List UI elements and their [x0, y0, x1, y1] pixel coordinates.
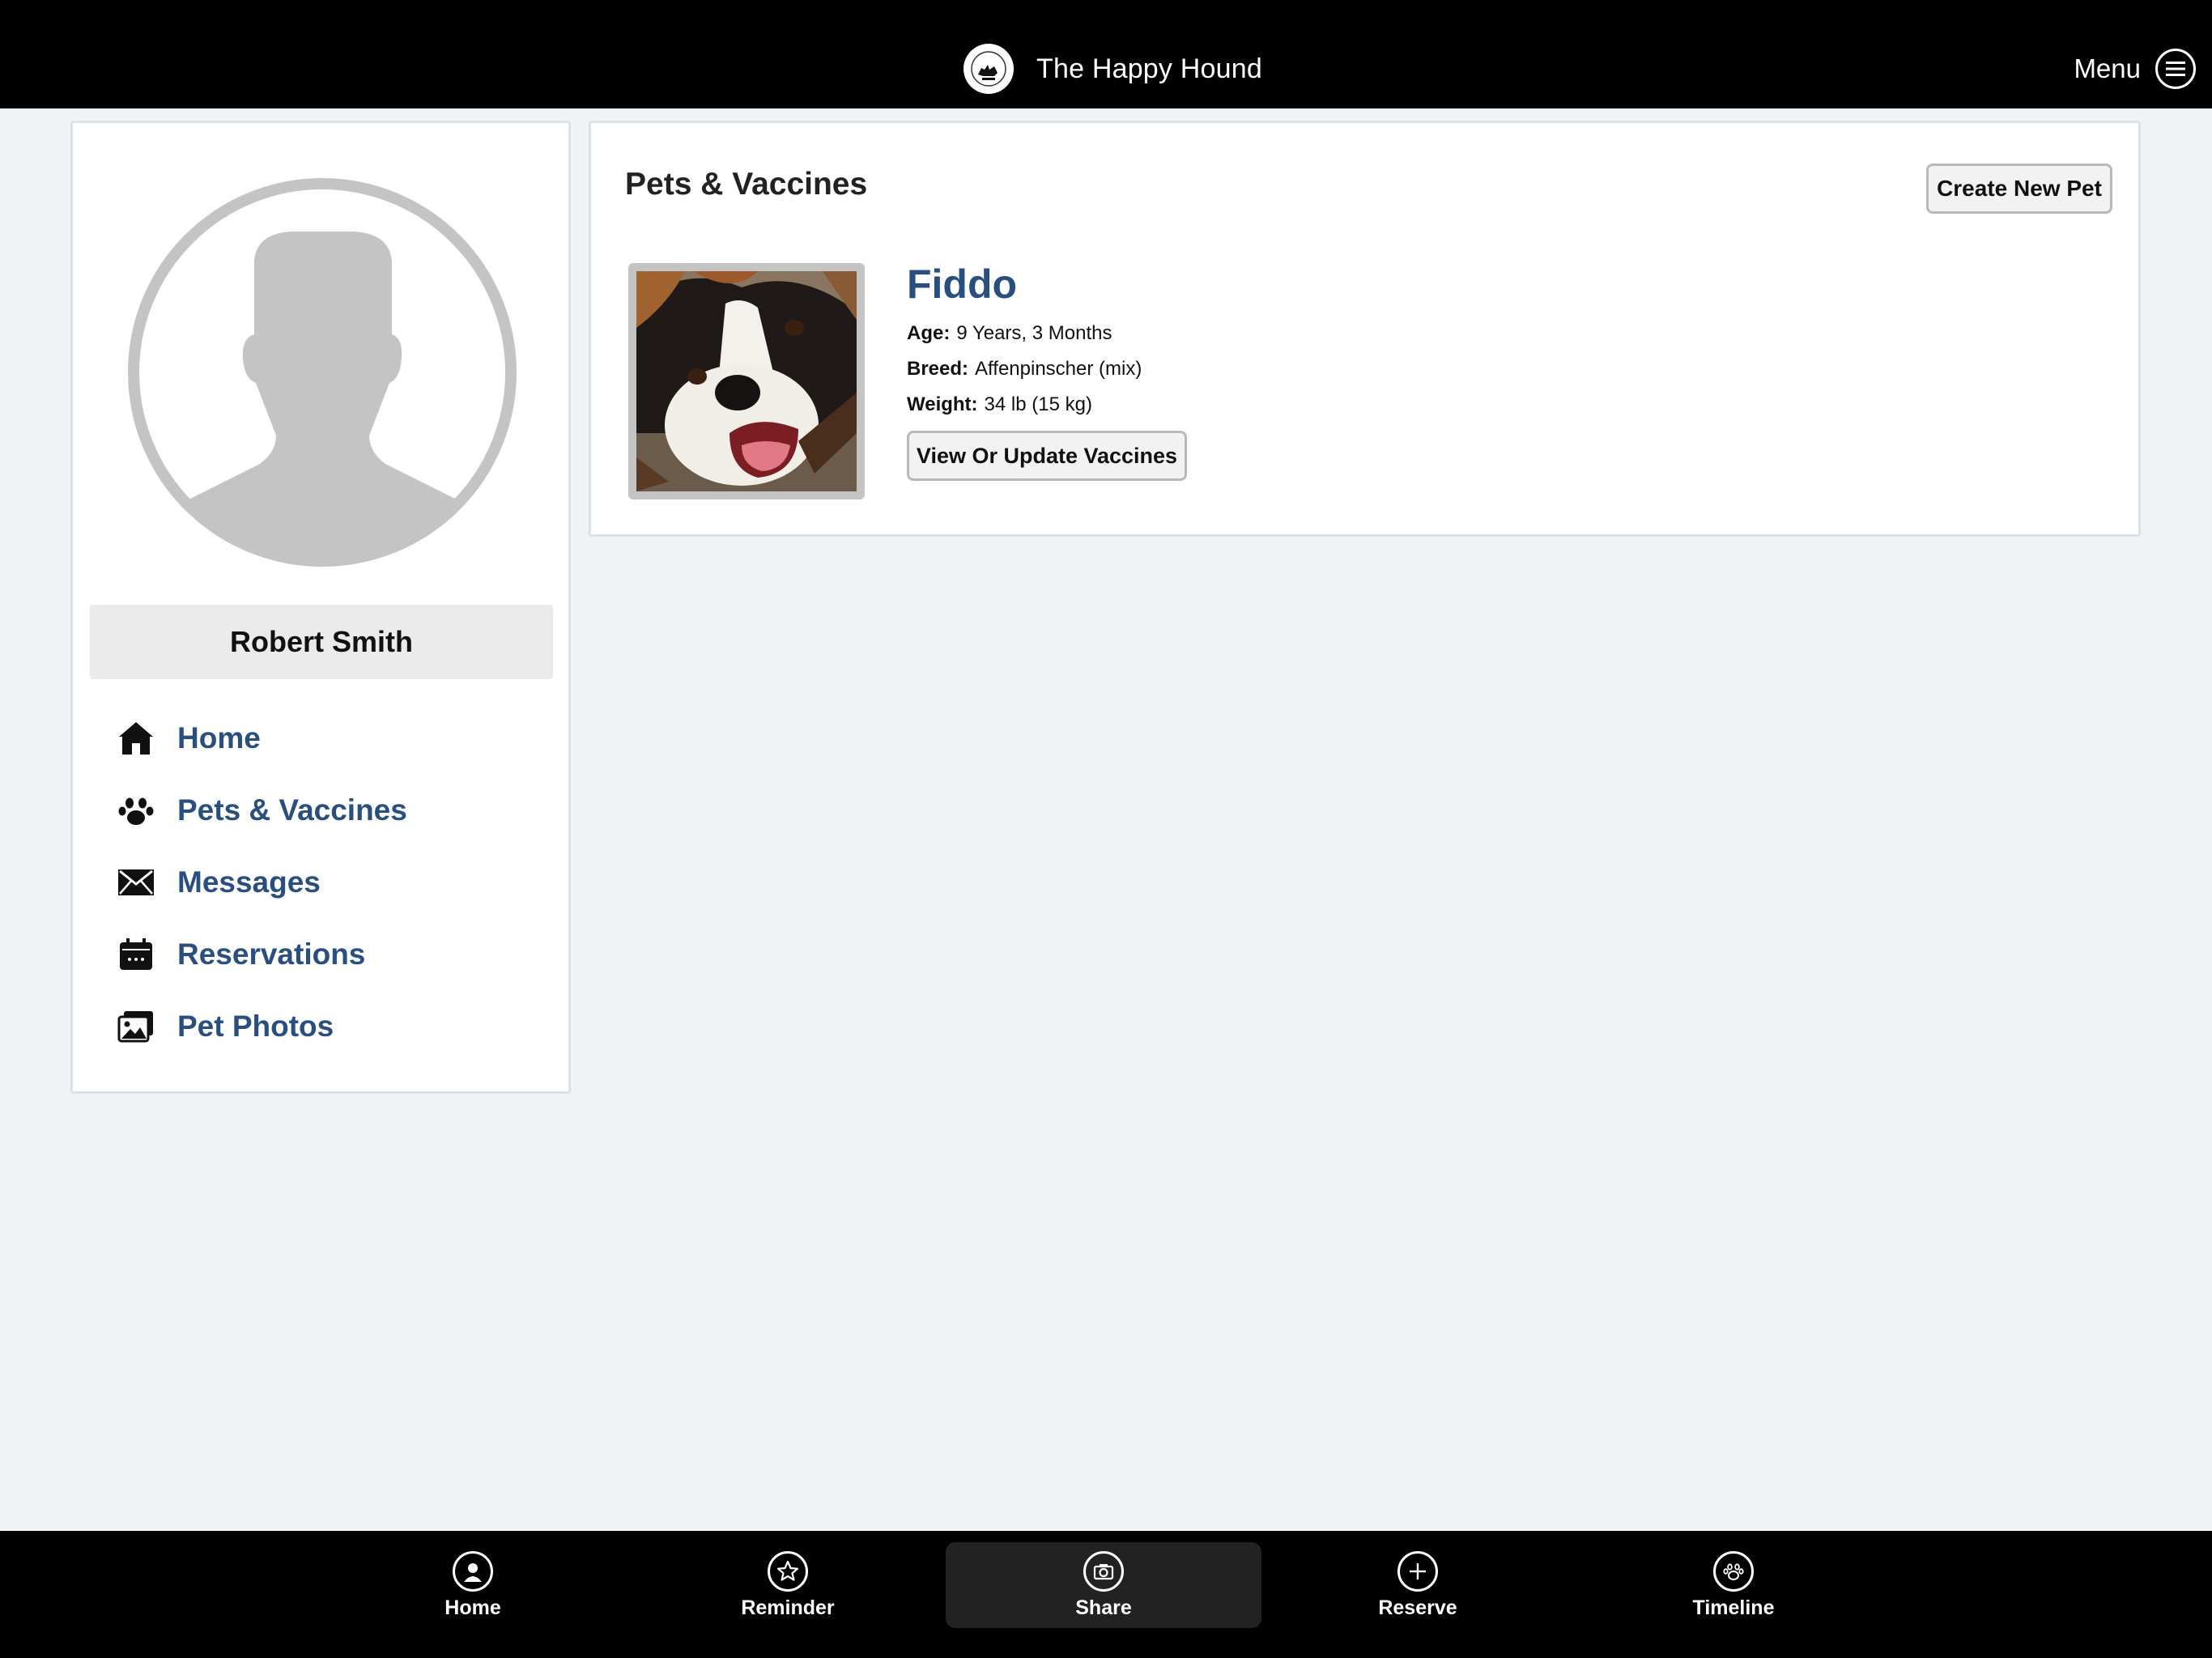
camera-icon — [1083, 1550, 1124, 1592]
sidebar-item-label: Home — [177, 721, 261, 755]
pet-age-row: Age: 9 Years, 3 Months — [907, 316, 1187, 351]
pet-weight-value: 34 lb (15 kg) — [984, 393, 1092, 415]
tab-label: Home — [445, 1596, 501, 1619]
tab-timeline[interactable]: Timeline — [1576, 1542, 1891, 1628]
dog-photo-icon — [636, 271, 857, 491]
pet-weight-label: Weight: — [907, 393, 978, 415]
sidebar-item-messages[interactable]: Messages — [117, 846, 538, 918]
menu-label: Menu — [2074, 53, 2141, 83]
tab-home[interactable]: Home — [315, 1542, 631, 1628]
pet-age-value: 9 Years, 3 Months — [956, 322, 1112, 344]
bottom-nav: Home Reminder Share Reserve Timeline — [0, 1531, 2212, 1658]
pet-breed-row: Breed: Affenpinscher (mix) — [907, 351, 1187, 387]
pet-weight-row: Weight: 34 lb (15 kg) — [907, 387, 1187, 423]
sidebar-item-pets-vaccines[interactable]: Pets & Vaccines — [117, 774, 538, 846]
profile-name: Robert Smith — [229, 625, 413, 658]
user-silhouette-icon — [128, 178, 517, 567]
sidebar-item-pet-photos[interactable]: Pet Photos — [117, 990, 538, 1062]
pet-breed-label: Breed: — [907, 358, 969, 380]
page-title: Pets & Vaccines — [625, 167, 868, 202]
sidebar-item-home[interactable]: Home — [117, 702, 538, 774]
tab-label: Reserve — [1378, 1596, 1457, 1619]
brand-logo-icon — [963, 44, 1014, 94]
pet-photo[interactable] — [628, 263, 865, 500]
app-title: The Happy Hound — [1036, 53, 1262, 84]
sidebar-item-label: Messages — [177, 865, 321, 899]
view-update-vaccines-button[interactable]: View Or Update Vaccines — [907, 431, 1187, 481]
pets-vaccines-card: Pets & Vaccines Create New Pet Fiddo Age… — [589, 121, 2141, 537]
paw-circle-icon — [1713, 1550, 1754, 1592]
sidebar-item-reservations[interactable]: Reservations — [117, 918, 538, 990]
photos-icon — [117, 1008, 155, 1045]
home-icon — [117, 720, 155, 757]
sidebar-item-label: Pets & Vaccines — [177, 793, 407, 827]
sidebar-item-label: Reservations — [177, 937, 366, 971]
calendar-icon — [117, 936, 155, 973]
paw-icon — [117, 792, 155, 829]
sidebar-nav: Home Pets & Vaccines Messages Reservatio… — [117, 702, 538, 1062]
pet-name[interactable]: Fiddo — [907, 261, 1187, 308]
hamburger-icon — [2155, 49, 2196, 89]
create-new-pet-button[interactable]: Create New Pet — [1926, 164, 2112, 214]
top-bar: The Happy Hound Menu — [0, 0, 2212, 108]
tab-label: Share — [1075, 1596, 1132, 1619]
sidebar: Robert Smith Home Pets & Vaccines Messag… — [70, 121, 571, 1094]
profile-name-box: Robert Smith — [90, 605, 553, 679]
tab-label: Timeline — [1692, 1596, 1775, 1619]
star-icon — [768, 1550, 808, 1592]
tab-reserve[interactable]: Reserve — [1260, 1542, 1576, 1628]
tab-share[interactable]: Share — [946, 1542, 1261, 1628]
envelope-icon — [117, 864, 155, 901]
tab-reminder[interactable]: Reminder — [630, 1542, 946, 1628]
pet-age-label: Age: — [907, 322, 951, 344]
avatar[interactable] — [126, 176, 518, 568]
brand[interactable]: The Happy Hound — [963, 42, 1262, 96]
user-circle-icon — [453, 1550, 493, 1592]
sidebar-item-label: Pet Photos — [177, 1009, 334, 1043]
pet-breed-value: Affenpinscher (mix) — [975, 358, 1142, 380]
menu-button[interactable]: Menu — [2074, 47, 2196, 91]
pet-info: Fiddo Age: 9 Years, 3 Months Breed: Affenp… — [907, 261, 1187, 481]
tab-label: Reminder — [741, 1596, 835, 1619]
plus-circle-icon — [1397, 1550, 1438, 1592]
